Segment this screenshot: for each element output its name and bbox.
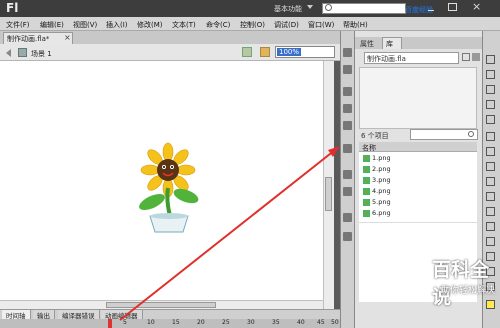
- frame-number: 25: [222, 319, 230, 326]
- menu-debug[interactable]: 调试(D): [274, 20, 299, 30]
- menu-control[interactable]: 控制(O): [240, 20, 265, 30]
- bitmap-icon: [363, 166, 370, 173]
- minimize-button[interactable]: [426, 4, 436, 12]
- playhead[interactable]: [108, 319, 112, 328]
- edit-scene-icon[interactable]: [242, 47, 252, 57]
- list-item[interactable]: 3.png: [372, 176, 391, 184]
- bitmap-icon: [363, 210, 370, 217]
- rectangle-tool-icon[interactable]: [486, 177, 495, 186]
- menu-file[interactable]: 文件(F): [6, 20, 30, 30]
- back-arrow-icon[interactable]: [6, 49, 11, 57]
- list-item[interactable]: 1.png: [372, 154, 391, 162]
- scene-label: 场景 1: [31, 50, 52, 58]
- document-tab-label: 制作动画.fla*: [7, 35, 50, 43]
- frame-number: 30: [247, 319, 255, 326]
- frame-number: 20: [197, 319, 205, 326]
- bitmap-icon: [363, 199, 370, 206]
- close-window-button[interactable]: ×: [472, 0, 481, 13]
- app-logo: Fl: [6, 1, 19, 15]
- swatches-icon[interactable]: [343, 87, 352, 96]
- close-document-icon[interactable]: ×: [64, 33, 71, 42]
- tab-properties[interactable]: 属性: [360, 39, 374, 49]
- actions-icon[interactable]: [343, 187, 352, 196]
- properties-icon[interactable]: [343, 48, 352, 57]
- library-preview: [359, 67, 477, 129]
- library-icon[interactable]: [343, 65, 352, 74]
- tab-output[interactable]: 输出: [33, 310, 55, 320]
- bitmap-icon: [363, 155, 370, 162]
- frame-number: 35: [272, 319, 280, 326]
- menu-window[interactable]: 窗口(W): [308, 20, 334, 30]
- bitmap-icon: [363, 177, 370, 184]
- menu-help[interactable]: 帮助(H): [343, 20, 368, 30]
- zoom-value: 100%: [277, 48, 302, 56]
- tab-timeline[interactable]: 时间轴: [2, 310, 31, 320]
- 3d-rotation-tool-icon[interactable]: [486, 100, 495, 109]
- panel-icon-column: [340, 31, 355, 328]
- library-column-header[interactable]: [359, 142, 477, 152]
- edit-symbols-icon[interactable]: [260, 47, 270, 57]
- lasso-tool-icon[interactable]: [486, 115, 495, 124]
- pen-tool-icon[interactable]: [486, 132, 495, 141]
- search-icon: [325, 4, 332, 11]
- frame-number: 10: [147, 319, 155, 326]
- frame-number: 45: [317, 319, 325, 326]
- tab-library-label: 库: [386, 40, 393, 48]
- pin-icon[interactable]: [462, 53, 470, 61]
- new-library-icon[interactable]: [472, 53, 480, 61]
- tab-motion-editor[interactable]: 动画编辑器: [101, 310, 143, 320]
- transform-icon[interactable]: [343, 121, 352, 130]
- frame-number: 5: [123, 319, 127, 326]
- tab-compiler-errors[interactable]: 编译器错误: [58, 310, 100, 320]
- workspace-switcher[interactable]: 基本功能: [274, 4, 302, 14]
- selection-tool-icon[interactable]: [486, 55, 495, 64]
- movie-explorer-icon[interactable]: [343, 213, 352, 222]
- maximize-button[interactable]: [448, 3, 457, 11]
- menu-commands[interactable]: 命令(C): [206, 20, 230, 30]
- chevron-down-icon[interactable]: [307, 5, 313, 9]
- library-tab-bar: [355, 37, 482, 49]
- list-item[interactable]: 2.png: [372, 165, 391, 173]
- menu-edit[interactable]: 编辑(E): [40, 20, 64, 30]
- menu-modify[interactable]: 修改(M): [137, 20, 163, 30]
- deco-tool-icon[interactable]: [486, 222, 495, 231]
- help-search-input[interactable]: [322, 3, 406, 14]
- list-item[interactable]: 4.png: [372, 187, 391, 195]
- text-tool-icon[interactable]: [486, 147, 495, 156]
- sunflower-image[interactable]: [128, 140, 208, 236]
- scrollbar-thumb[interactable]: [325, 177, 332, 211]
- search-icon: [468, 131, 474, 137]
- timeline-ruler[interactable]: [0, 319, 340, 328]
- scrollbar-thumb[interactable]: [106, 302, 216, 308]
- menu-text[interactable]: 文本(T): [172, 20, 196, 30]
- info-icon[interactable]: [343, 104, 352, 113]
- frame-number: 15: [172, 319, 180, 326]
- output-icon[interactable]: [343, 232, 352, 241]
- bitmap-icon: [363, 188, 370, 195]
- brush-tool-icon[interactable]: [486, 207, 495, 216]
- menu-insert[interactable]: 插入(I): [106, 20, 128, 30]
- list-item[interactable]: 5.png: [372, 198, 391, 206]
- menu-view[interactable]: 视图(V): [73, 20, 97, 30]
- components-icon[interactable]: [343, 144, 352, 153]
- library-document-name: 制作动画.fla: [367, 55, 406, 63]
- frame-number: 50: [331, 319, 339, 326]
- library-item-count: 6 个项目: [361, 132, 389, 140]
- history-icon[interactable]: [343, 170, 352, 179]
- free-transform-tool-icon[interactable]: [486, 85, 495, 94]
- bone-tool-icon[interactable]: [486, 237, 495, 246]
- subselection-tool-icon[interactable]: [486, 70, 495, 79]
- watermark-title: 百科全说: [432, 259, 490, 308]
- line-tool-icon[interactable]: [486, 162, 495, 171]
- scene-icon: [18, 48, 27, 57]
- frame-number: 40: [297, 319, 305, 326]
- watermark-subtitle: 助你轻松解决: [441, 286, 496, 296]
- pencil-tool-icon[interactable]: [486, 192, 495, 201]
- list-item[interactable]: 6.png: [372, 209, 391, 217]
